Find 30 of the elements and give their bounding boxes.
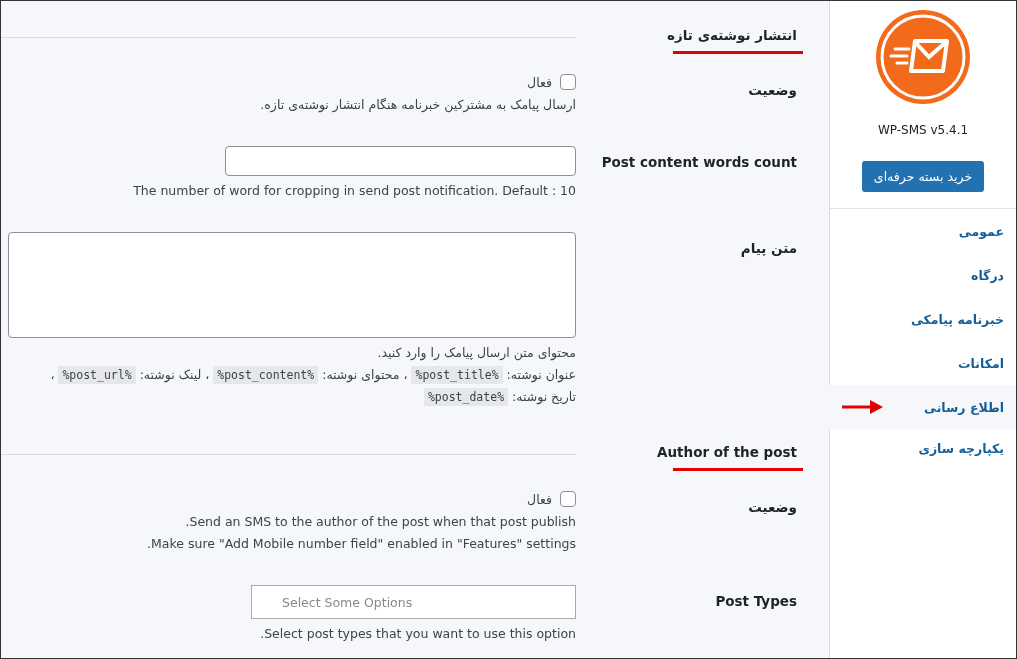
select-field[interactable]: Select Some Options: [251, 585, 576, 619]
sidebar-tab[interactable]: امکانات: [829, 341, 1016, 385]
field-description: Make sure "Add Mobile number field" enabled in "Features" settings.: [147, 535, 576, 553]
checkbox[interactable]: [560, 74, 576, 90]
checkbox[interactable]: [560, 491, 576, 507]
buy-button[interactable]: خرید بسته حرفه‌ای: [861, 161, 985, 192]
field-label: Post content words count: [600, 153, 797, 172]
field-description: The number of word for cropping in send post notification. Default : 10: [133, 182, 576, 200]
field-label: وضعیت: [747, 498, 797, 517]
field-label: Post Types: [714, 592, 797, 611]
checkbox-label: فعال: [527, 74, 552, 90]
sidebar-tab[interactable]: عمومی: [829, 209, 1016, 253]
section-heading: Author of the post: [657, 444, 797, 460]
field-label: متن پیام: [739, 239, 797, 259]
sidebar-tab[interactable]: یکپارچه سازی: [829, 429, 1016, 658]
message-textarea[interactable]: [8, 232, 576, 338]
input-field[interactable]: [225, 146, 576, 176]
sidebar-tab[interactable]: درگاه: [829, 253, 1016, 297]
version-text: WP-SMS v5.4.1: [877, 123, 969, 137]
field-description: محتوای متن ارسال پیامک را وارد کنید.: [376, 344, 576, 362]
section-heading: انتشار نوشته‌ی تازه: [667, 27, 797, 43]
field-description: ارسال پیامک به مشترکین خبرنامه هنگام انتشار نوشته‌ی تازه.: [260, 96, 576, 114]
checkbox-label: فعال: [527, 491, 552, 507]
field-label: وضعیت: [747, 81, 797, 100]
arrow-icon: [842, 399, 884, 415]
field-description: Send an SMS to the author of the post when that post publish.: [184, 513, 576, 531]
envelope-logo-icon: [875, 9, 971, 105]
sidebar-tab[interactable]: اطلاع رسانی: [829, 385, 1016, 429]
field-description: Select post types that you want to use this option.: [260, 625, 576, 643]
sidebar-tab[interactable]: خبرنامه پیامکی: [829, 297, 1016, 341]
